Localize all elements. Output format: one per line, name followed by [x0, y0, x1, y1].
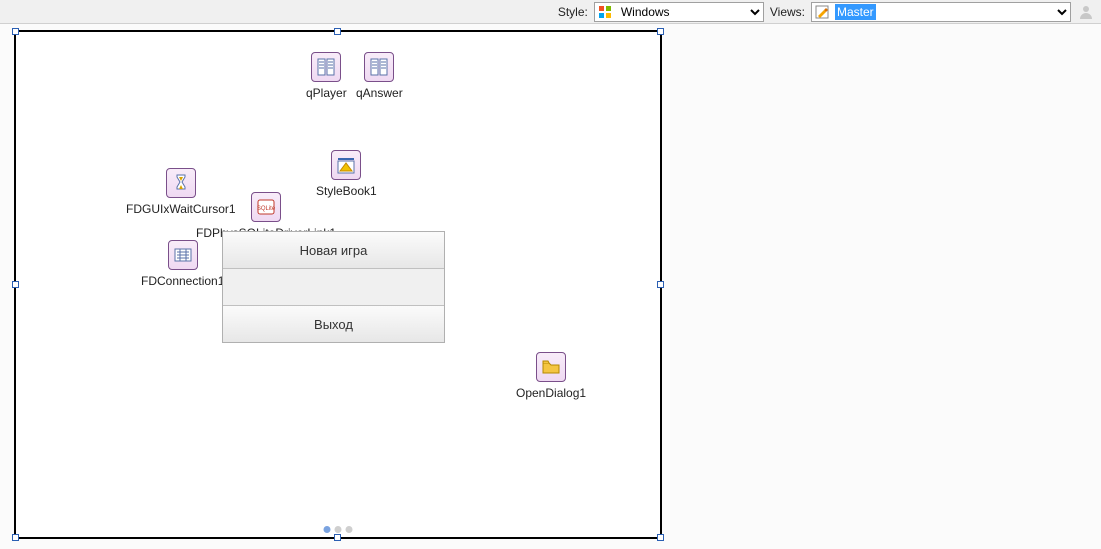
designer-area: qPlayer qAnswer StyleBook1 FDGUIxWaitCur…	[0, 24, 1101, 549]
dot-active	[324, 526, 331, 533]
views-label: Views:	[770, 5, 805, 19]
component-qplayer[interactable]: qPlayer	[306, 52, 347, 100]
component-label: qPlayer	[306, 86, 347, 100]
query-icon	[311, 52, 341, 82]
waitcursor-icon	[166, 168, 196, 198]
component-label: OpenDialog1	[516, 386, 586, 400]
resize-handle[interactable]	[657, 534, 664, 541]
resize-handle[interactable]	[334, 28, 341, 35]
query-icon	[364, 52, 394, 82]
component-qanswer[interactable]: qAnswer	[356, 52, 403, 100]
component-fdconnection1[interactable]: FDConnection1	[141, 240, 224, 288]
new-game-button[interactable]: Новая игра	[223, 232, 444, 269]
resize-handle[interactable]	[12, 281, 19, 288]
resize-handle[interactable]	[334, 534, 341, 541]
page-dots	[324, 526, 353, 533]
component-label: qAnswer	[356, 86, 403, 100]
resize-handle[interactable]	[657, 281, 664, 288]
component-stylebook1[interactable]: StyleBook1	[316, 150, 377, 198]
user-icon	[1077, 3, 1095, 21]
form-canvas[interactable]: qPlayer qAnswer StyleBook1 FDGUIxWaitCur…	[14, 30, 662, 539]
views-select[interactable]	[811, 2, 1071, 22]
resize-handle[interactable]	[12, 534, 19, 541]
sqlite-icon: SQLite	[251, 192, 281, 222]
style-select[interactable]: Windows	[594, 2, 764, 22]
empty-button[interactable]	[223, 269, 444, 306]
menu-panel[interactable]: Новая игра Выход	[222, 231, 445, 343]
top-toolbar: Style: Windows Views: Master	[0, 0, 1101, 24]
component-opendialog1[interactable]: OpenDialog1	[516, 352, 586, 400]
stylebook-icon	[331, 150, 361, 180]
style-label: Style:	[558, 5, 588, 19]
exit-button[interactable]: Выход	[223, 306, 444, 342]
svg-text:SQLite: SQLite	[257, 206, 276, 212]
dot	[335, 526, 342, 533]
resize-handle[interactable]	[657, 28, 664, 35]
opendialog-icon	[536, 352, 566, 382]
component-label: FDConnection1	[141, 274, 224, 288]
dot	[346, 526, 353, 533]
connection-icon	[168, 240, 198, 270]
resize-handle[interactable]	[12, 28, 19, 35]
